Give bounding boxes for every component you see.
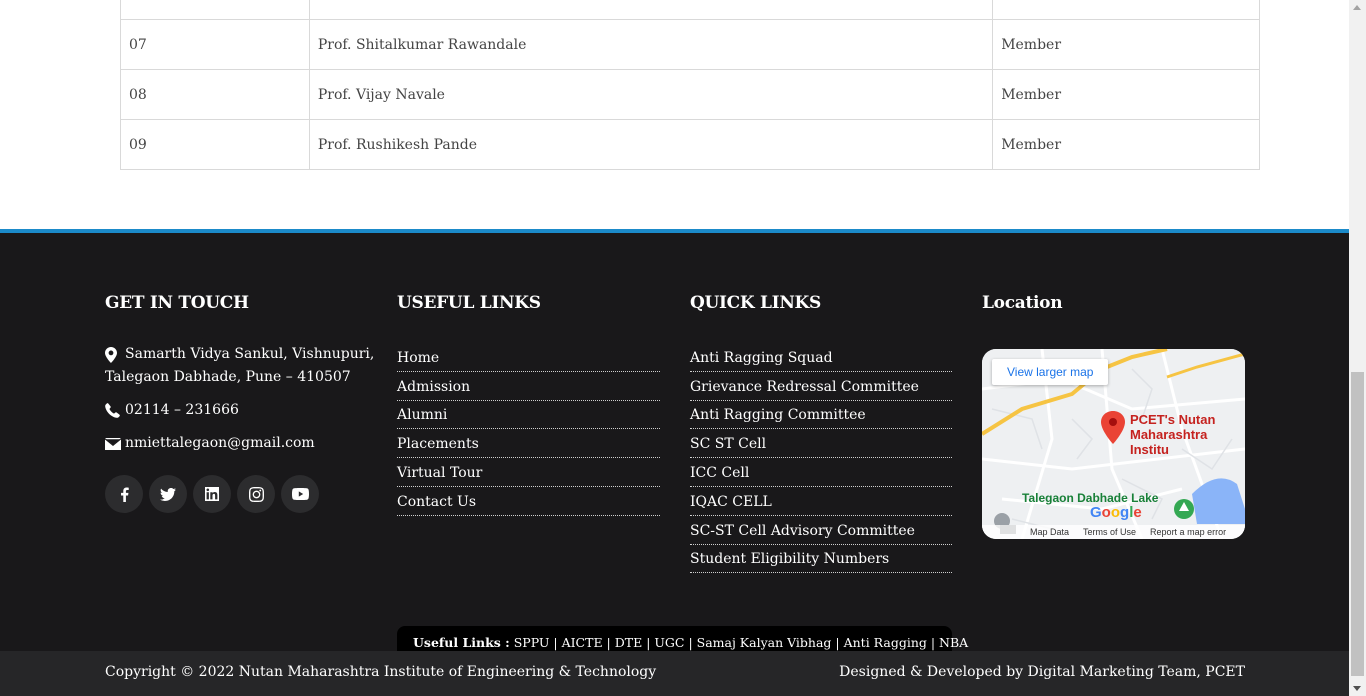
phone-link[interactable]: 02114 – 231666 <box>125 399 239 422</box>
quick-link-anti-ragging-squad[interactable]: Anti Ragging Squad <box>690 343 952 372</box>
quick-link-sc-st-cell[interactable]: SC ST Cell <box>690 429 952 459</box>
footer-link-contact-us[interactable]: Contact Us <box>397 487 660 516</box>
phone-icon <box>105 399 125 422</box>
twitter-icon[interactable] <box>149 475 187 513</box>
cell-no: 07 <box>120 19 310 70</box>
useful-links-heading: USEFUL LINKS <box>397 293 541 313</box>
table-row: 09 Prof. Rushikesh Pande Member <box>120 119 1260 170</box>
footer-link-virtual-tour[interactable]: Virtual Tour <box>397 458 660 487</box>
cell-name <box>308 0 994 20</box>
address-text: Samarth Vidya Sankul, Vishnupuri, Talega… <box>105 343 375 389</box>
linkedin-icon[interactable] <box>193 475 231 513</box>
email: nmiettalegaon@gmail.com <box>105 432 315 455</box>
committee-table: 07 Prof. Shitalkumar Rawandale Member 08… <box>120 0 1260 170</box>
get-in-touch-heading: GET IN TOUCH <box>105 293 249 313</box>
table-row: 08 Prof. Vijay Navale Member <box>120 69 1260 120</box>
footer-link-admission[interactable]: Admission <box>397 372 660 401</box>
map-place-label: PCET's Nutan Maharashtra Institu <box>1130 412 1245 457</box>
quick-link-sc-st-advisory[interactable]: SC-ST Cell Advisory Committee <box>690 516 952 545</box>
address: Samarth Vidya Sankul, Vishnupuri, Talega… <box>105 343 374 389</box>
useful-links-list: Home Admission Alumni Placements Virtual… <box>397 343 660 516</box>
footer-link-placements[interactable]: Placements <box>397 429 660 459</box>
map-attribution-bar: Map Data Terms of Use Report a map error <box>982 525 1245 539</box>
cell-no: 08 <box>120 69 310 120</box>
vertical-scrollbar[interactable] <box>1349 0 1366 696</box>
table-row <box>120 0 1260 20</box>
envelope-icon <box>105 432 125 455</box>
map-place-line1: PCET's Nutan <box>1130 412 1216 427</box>
map-place-line2: Maharashtra Institu <box>1130 427 1208 457</box>
useful-bar-links[interactable]: SPPU | AICTE | DTE | UGC | Samaj Kalyan … <box>514 635 968 650</box>
credit-text: Designed & Developed by Digital Marketin… <box>839 664 1245 680</box>
quick-link-grievance-redressal[interactable]: Grievance Redressal Committee <box>690 372 952 401</box>
cell-role: Member <box>992 69 1260 120</box>
quick-links-heading: QUICK LINKS <box>690 293 822 313</box>
copyright-bar: Copyright © 2022 Nutan Maharashtra Insti… <box>0 651 1349 696</box>
quick-link-student-eligibility[interactable]: Student Eligibility Numbers <box>690 545 952 574</box>
location-heading: Location <box>982 293 1063 313</box>
cell-role: Member <box>992 19 1260 70</box>
address-line1: Samarth Vidya Sankul, Vishnupuri, <box>125 346 375 362</box>
address-line2: Talegaon Dabhade, Pune – 410507 <box>105 369 351 385</box>
social-links <box>105 475 319 513</box>
youtube-icon[interactable] <box>281 475 319 513</box>
scrollbar-thumb[interactable] <box>1351 372 1364 676</box>
terms-link[interactable]: Terms of Use <box>1083 527 1136 537</box>
cell-role: Member <box>992 119 1260 170</box>
cell-no <box>120 0 310 20</box>
site-footer: GET IN TOUCH Samarth Vidya Sankul, Vishn… <box>0 229 1349 696</box>
quick-links-section: QUICK LINKS Anti Ragging Squad Grievance… <box>690 293 952 574</box>
quick-links-list: Anti Ragging Squad Grievance Redressal C… <box>690 343 952 574</box>
map-data-link[interactable]: Map Data <box>1030 527 1069 537</box>
google-logo: Google <box>1090 504 1142 521</box>
embedded-map[interactable]: View larger map PCET's Nutan Maharashtra… <box>982 349 1245 539</box>
cell-name: Prof. Vijay Navale <box>308 69 994 120</box>
map-marker-icon <box>105 343 125 366</box>
cell-name: Prof. Shitalkumar Rawandale <box>308 19 994 70</box>
view-larger-map-button[interactable]: View larger map <box>992 359 1109 385</box>
email-link[interactable]: nmiettalegaon@gmail.com <box>125 432 315 455</box>
cell-name: Prof. Rushikesh Pande <box>308 119 994 170</box>
quick-link-iqac-cell[interactable]: IQAC CELL <box>690 487 952 516</box>
report-map-error-link[interactable]: Report a map error <box>1150 527 1226 537</box>
useful-bar-label: Useful Links : <box>413 635 510 650</box>
cell-role <box>992 0 1260 20</box>
cell-no: 09 <box>120 119 310 170</box>
scroll-down-arrow-icon[interactable] <box>1353 686 1361 691</box>
useful-links-section: USEFUL LINKS Home Admission Alumni Place… <box>397 293 660 516</box>
phone: 02114 – 231666 <box>105 399 239 422</box>
map-lake-label: Talegaon Dabhade Lake <box>1022 491 1159 505</box>
get-in-touch-section: GET IN TOUCH Samarth Vidya Sankul, Vishn… <box>105 293 375 513</box>
location-section: Location View larger map PCET's Nutan Ma… <box>982 293 1246 539</box>
footer-link-alumni[interactable]: Alumni <box>397 401 660 430</box>
footer-link-home[interactable]: Home <box>397 343 660 372</box>
quick-link-anti-ragging-committee[interactable]: Anti Ragging Committee <box>690 401 952 430</box>
scroll-up-arrow-icon[interactable] <box>1353 5 1361 10</box>
facebook-icon[interactable] <box>105 475 143 513</box>
copyright-text: Copyright © 2022 Nutan Maharashtra Insti… <box>105 664 657 680</box>
table-row: 07 Prof. Shitalkumar Rawandale Member <box>120 19 1260 70</box>
instagram-icon[interactable] <box>237 475 275 513</box>
quick-link-icc-cell[interactable]: ICC Cell <box>690 458 952 487</box>
